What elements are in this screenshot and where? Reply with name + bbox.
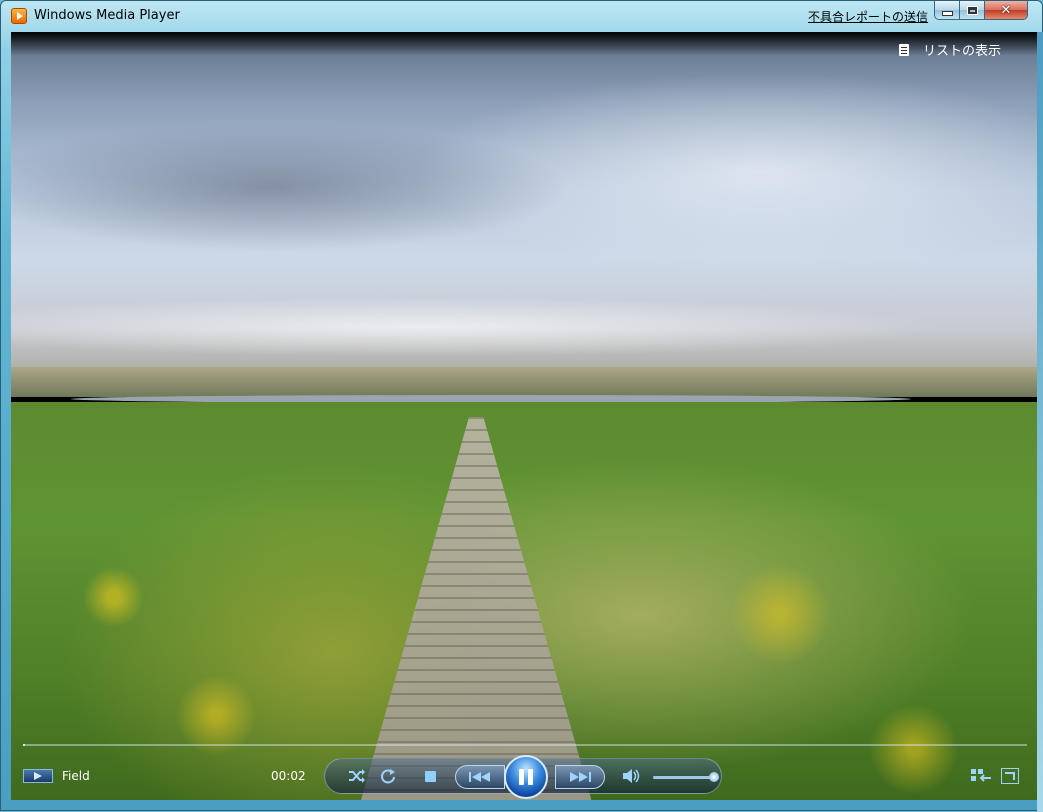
previous-icon — [469, 772, 490, 782]
maximize-icon — [966, 5, 978, 15]
switch-to-library-icon — [971, 769, 991, 782]
play-pause-button[interactable] — [504, 755, 548, 799]
media-player-window: Windows Media Player 不具合レポートの送信 ✕ リストの表示 — [0, 0, 1043, 812]
window-right-frame — [1037, 32, 1043, 812]
seek-bar[interactable] — [23, 744, 1027, 746]
stop-icon — [424, 770, 436, 782]
previous-button[interactable] — [455, 765, 505, 789]
caption-buttons: ✕ — [934, 1, 1028, 21]
send-error-report-link[interactable]: 不具合レポートの送信 — [808, 8, 928, 25]
volume-slider-thumb[interactable] — [708, 772, 719, 782]
shuffle-button[interactable] — [347, 767, 367, 785]
speaker-icon — [623, 769, 640, 783]
playback-controls: Field 00:02 — [11, 738, 1037, 800]
media-player-icon — [11, 8, 27, 24]
list-icon — [899, 43, 909, 56]
minimize-button[interactable] — [934, 1, 960, 20]
stop-button[interactable] — [423, 769, 437, 783]
close-icon: ✕ — [1000, 2, 1012, 18]
show-list-button[interactable]: リストの表示 — [899, 40, 1001, 59]
volume-slider[interactable] — [653, 772, 719, 782]
video-top-shade — [11, 32, 1037, 56]
maximize-button[interactable] — [960, 1, 985, 20]
close-button[interactable]: ✕ — [985, 1, 1028, 20]
window-title: Windows Media Player — [34, 8, 180, 23]
repeat-button[interactable] — [378, 767, 398, 785]
shuffle-icon — [349, 769, 365, 783]
elapsed-time: 00:02 — [271, 769, 306, 783]
show-list-label: リストの表示 — [923, 44, 1002, 59]
next-button[interactable] — [555, 765, 605, 789]
seek-bar-progress — [23, 744, 25, 746]
minimize-icon — [941, 10, 953, 16]
video-frame-low-clouds — [11, 292, 1037, 362]
video-frame-horizon — [11, 367, 1037, 397]
repeat-icon — [381, 769, 395, 784]
pause-icon — [519, 769, 533, 785]
fullscreen-button[interactable] — [1001, 768, 1019, 784]
now-playing-title: Field — [62, 769, 90, 783]
title-bar[interactable]: Windows Media Player 不具合レポートの送信 ✕ — [1, 1, 1042, 31]
transport-cluster — [324, 755, 722, 799]
mute-button[interactable] — [621, 767, 641, 785]
now-playing-thumbnail-icon[interactable] — [23, 769, 53, 783]
switch-to-library-button[interactable] — [970, 768, 992, 784]
video-area[interactable]: リストの表示 Field 00:02 — [11, 32, 1037, 800]
next-icon — [570, 772, 591, 782]
